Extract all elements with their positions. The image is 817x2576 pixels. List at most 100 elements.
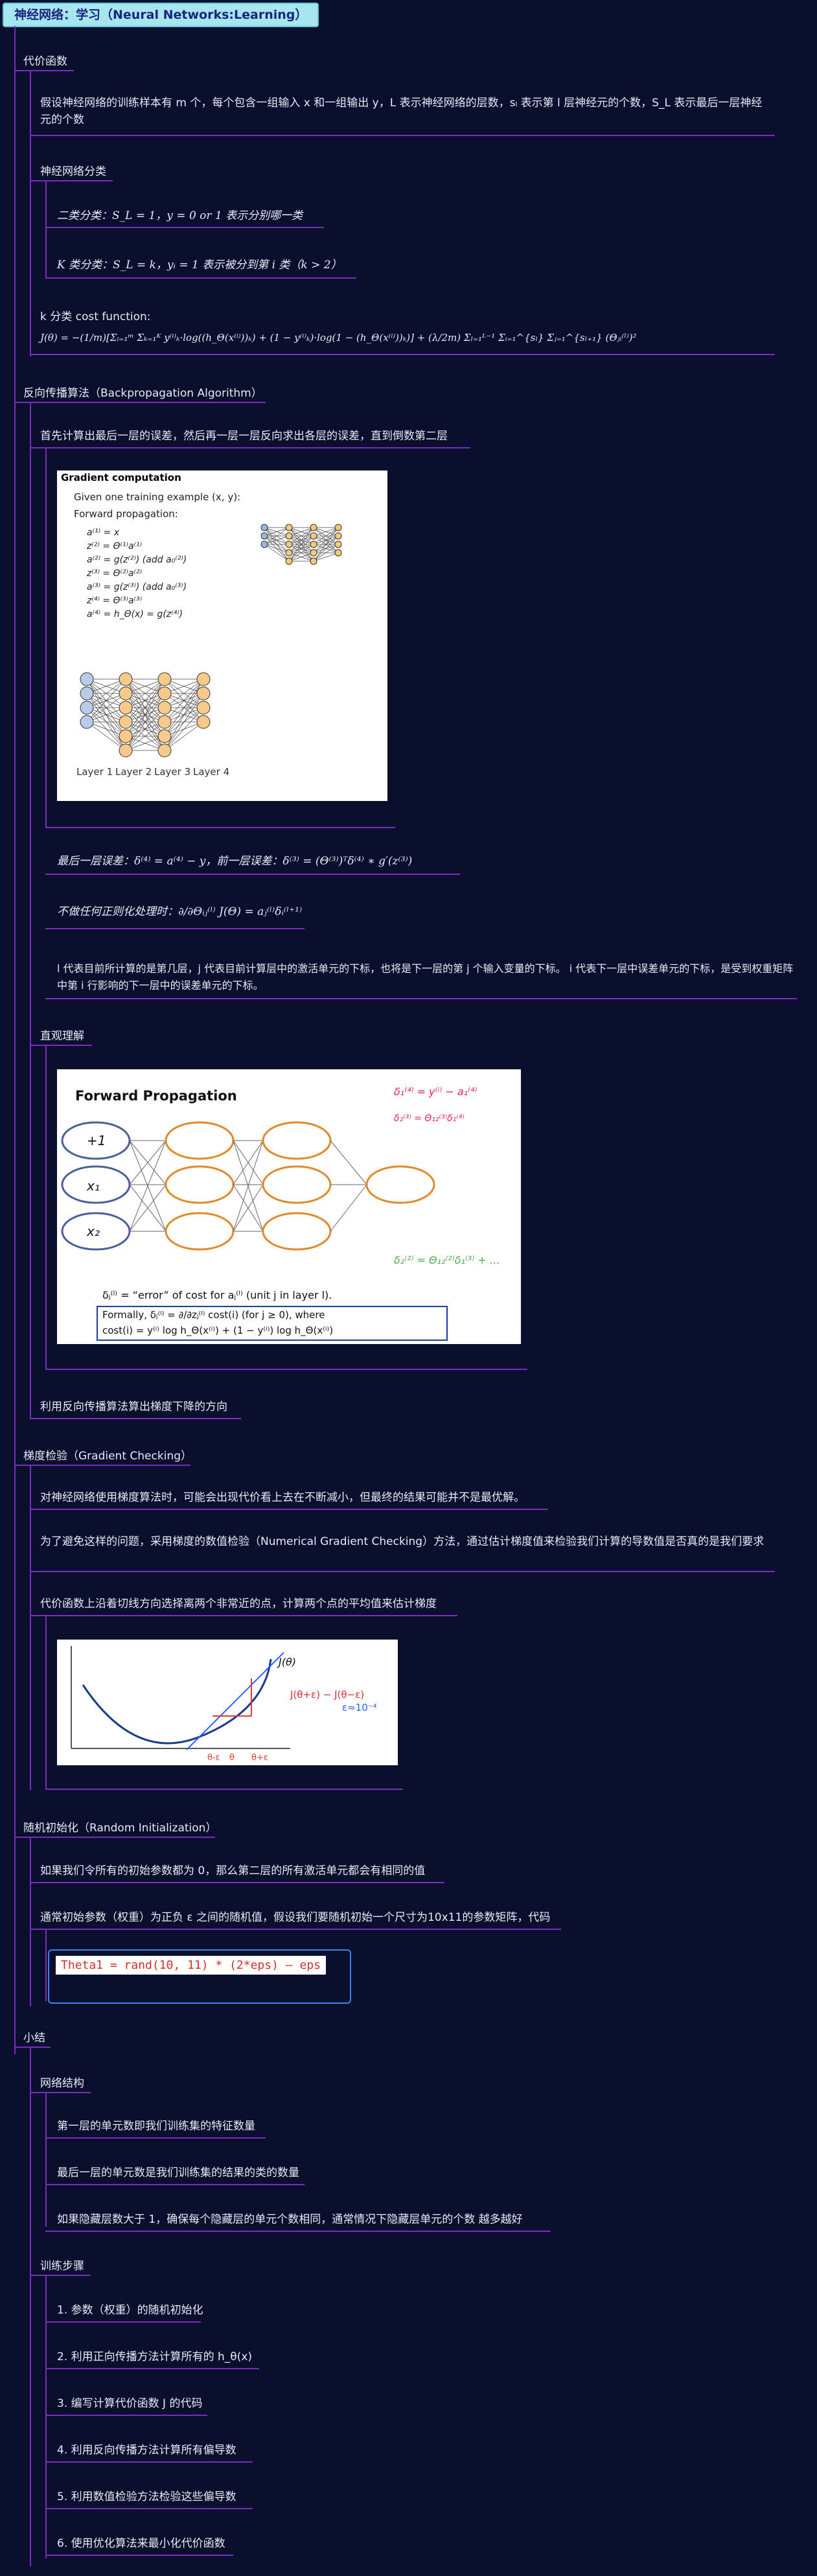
underline [14, 402, 266, 403]
root-title[interactable]: 神经网络：学习（Neural Networks:Learning） [3, 3, 319, 27]
partial-derivative-text: 不做任何正则化处理时：∂/∂Θᵢⱼ⁽ˡ⁾ J(Θ) = aⱼ⁽ˡ⁾δᵢ⁽ˡ⁺¹⁾ [57, 905, 303, 918]
index-explanation-text: l 代表目前所计算的是第几层，j 代表目前计算层中的激活单元的下标，也将是下一层… [57, 962, 794, 992]
k-class-text: K 类分类：S_L = k，yᵢ = 1 表示被分到第 i 类（k > 2） [57, 259, 342, 272]
svg-text:δ₁⁽⁴⁾ = y⁽ⁱ⁾ − a₁⁽⁴⁾: δ₁⁽⁴⁾ = y⁽ⁱ⁾ − a₁⁽⁴⁾ [394, 1085, 477, 1098]
svg-text:δ₂⁽³⁾ = Θ₁₂⁽³⁾δ₁⁽⁴⁾: δ₂⁽³⁾ = Θ₁₂⁽³⁾δ₁⁽⁴⁾ [394, 1113, 465, 1124]
small-net-node [285, 532, 293, 540]
img1-eq: a⁽⁴⁾ = h_Θ(x) = g(z⁽⁴⁾) [87, 609, 183, 620]
underline [30, 447, 470, 448]
fp-input-label: x₂ [86, 1224, 100, 1239]
gradient-computation-image: Gradient computation Given one training … [57, 470, 387, 801]
img1-line1: Given one training example (x, y): [74, 491, 240, 503]
small-net-node [260, 532, 268, 540]
underline [14, 1465, 190, 1466]
small-net-node [334, 524, 342, 531]
big-net-node [157, 743, 172, 758]
backprop-intro-text: 首先计算出最后一层的误差，然后再一层一层反向求出各层的误差，直到倒数第二层 [40, 430, 448, 443]
underline [45, 2461, 253, 2463]
big-net-node [119, 743, 133, 758]
underline [30, 1929, 561, 1930]
img2-delta-def: δⱼ⁽ˡ⁾ = “error” of cost for aⱼ⁽ˡ⁾ (unit … [102, 1289, 332, 1301]
underline [45, 2368, 259, 2369]
underline [30, 2275, 91, 2276]
code-line[interactable]: Theta1 = rand(10, 11) * (2*eps) – eps [56, 1956, 326, 1975]
img1-title: Gradient computation [61, 472, 181, 483]
branch-line [30, 71, 31, 356]
fp-node [365, 1165, 435, 1204]
underline [45, 227, 324, 228]
underline [45, 1369, 527, 1370]
topic-cost-function[interactable]: 代价函数 [23, 52, 67, 68]
list-item: 4. 利用反向传播方法计算所有偏导数 [57, 2444, 236, 2457]
cost-function-formula: J(θ) = −(1/m)[Σᵢ₌₁ᵐ Σₖ₌₁ᴷ y⁽ⁱ⁾ₖ·log((h_Θ… [40, 332, 637, 343]
fp-node [262, 1212, 332, 1251]
underline [30, 1882, 444, 1883]
ri-text-2: 通常初始参数（权重）为正负 ε 之间的随机值，假设我们要随机初始一个尺寸为10x… [40, 1911, 551, 1924]
big-net-node [157, 715, 172, 729]
big-net-node [196, 672, 211, 686]
big-net-node [119, 729, 133, 743]
topic-intuition[interactable]: 直观理解 [40, 1027, 84, 1043]
branch-line [30, 1838, 31, 2006]
img3-tick: θ+ε [251, 1753, 268, 1763]
fp-node [165, 1165, 235, 1204]
big-net-node [80, 672, 94, 686]
topic-training-steps[interactable]: 训练步骤 [40, 2257, 84, 2273]
topic-summary[interactable]: 小结 [23, 2028, 45, 2045]
underline [45, 827, 395, 828]
small-net-node [334, 549, 342, 557]
branch-line [30, 403, 31, 1418]
ri-text-1: 如果我们令所有的初始参数都为 0，那么第二层的所有激活单元都会有相同的值 [40, 1864, 426, 1877]
big-net-node [157, 701, 172, 715]
topic-random-init[interactable]: 随机初始化（Random Initialization） [23, 1818, 216, 1835]
topic-network-structure[interactable]: 网络结构 [40, 2074, 84, 2090]
big-net-node [157, 729, 172, 743]
small-net-node [310, 557, 317, 565]
branch-line [45, 2093, 47, 2227]
small-net-node [260, 540, 268, 548]
underline [30, 2092, 91, 2093]
list-item: 5. 利用数值检验方法检验这些偏导数 [57, 2490, 236, 2503]
img1-layer-label: Layer 2 [115, 766, 152, 778]
img1-eq: z⁽³⁾ = Θ⁽²⁾a⁽²⁾ [86, 568, 142, 579]
img1-line2: Forward propagation: [74, 508, 178, 520]
branch-line [30, 2048, 31, 2566]
topic-gradient-checking[interactable]: 梯度检验（Gradient Checking） [23, 1446, 192, 1463]
gc-text-3: 代价函数上沿着切线方向选择离两个非常近的点，计算两个点的平均值来估计梯度 [40, 1597, 437, 1610]
branch-line [45, 2276, 47, 2559]
delta-formula-text: 最后一层误差：δ⁽⁴⁾ = a⁽⁴⁾ − y，前一层误差：δ⁽³⁾ = (Θ⁽³… [57, 855, 413, 868]
svg-text:δ₂⁽²⁾ = Θ₁₂⁽²⁾δ₁⁽³⁾ + …: δ₂⁽²⁾ = Θ₁₂⁽²⁾δ₁⁽³⁾ + … [394, 1254, 500, 1266]
gradient-direction-text: 利用反向传播算法算出梯度下降的方向 [40, 1400, 227, 1413]
img3-tick: θ-ε [207, 1753, 220, 1763]
fp-node [165, 1121, 235, 1160]
gc-text-2: 为了避免这样的问题，采用梯度的数值检验（Numerical Gradient C… [40, 1535, 765, 1548]
underline [30, 1615, 457, 1616]
topic-nn-classification[interactable]: 神经网络分类 [40, 162, 106, 178]
big-net-node [80, 701, 94, 715]
underline [45, 2321, 201, 2323]
big-net-node [80, 686, 94, 701]
underline [14, 70, 74, 71]
big-net-node [80, 715, 94, 729]
img1-eq: a⁽²⁾ = g(z⁽²⁾) (add a₀⁽²⁾) [87, 555, 187, 565]
branch-line [45, 448, 47, 828]
big-net-node [119, 686, 133, 701]
forward-propagation-image: Forward Propagation +1 x₁ x₂ δⱼ⁽ˡ⁾ = “erro… [57, 1069, 521, 1344]
code-block: Theta1 = rand(10, 11) * (2*eps) – eps [48, 1949, 351, 2004]
big-net-node [157, 686, 172, 701]
branch-line [45, 1930, 47, 2001]
binary-class-text: 二类分类：S_L = 1，y = 0 or 1 表示分别哪一类 [57, 209, 303, 222]
cost-function-label: k 分类 cost function: [40, 310, 151, 323]
underline [45, 874, 460, 875]
underline [45, 2231, 551, 2232]
underline [30, 354, 775, 355]
branch-line [45, 1046, 47, 1370]
underline [45, 2415, 207, 2416]
small-net-node [310, 540, 317, 548]
topic-backpropagation[interactable]: 反向传播算法（Backpropagation Algorithm） [23, 384, 262, 400]
fp-node [262, 1121, 332, 1160]
list-item: 3. 编写计算代价函数 J 的代码 [57, 2397, 203, 2410]
underline [30, 1571, 775, 1572]
small-net-node [310, 532, 317, 540]
img3-label: J(θ) [277, 1656, 296, 1668]
